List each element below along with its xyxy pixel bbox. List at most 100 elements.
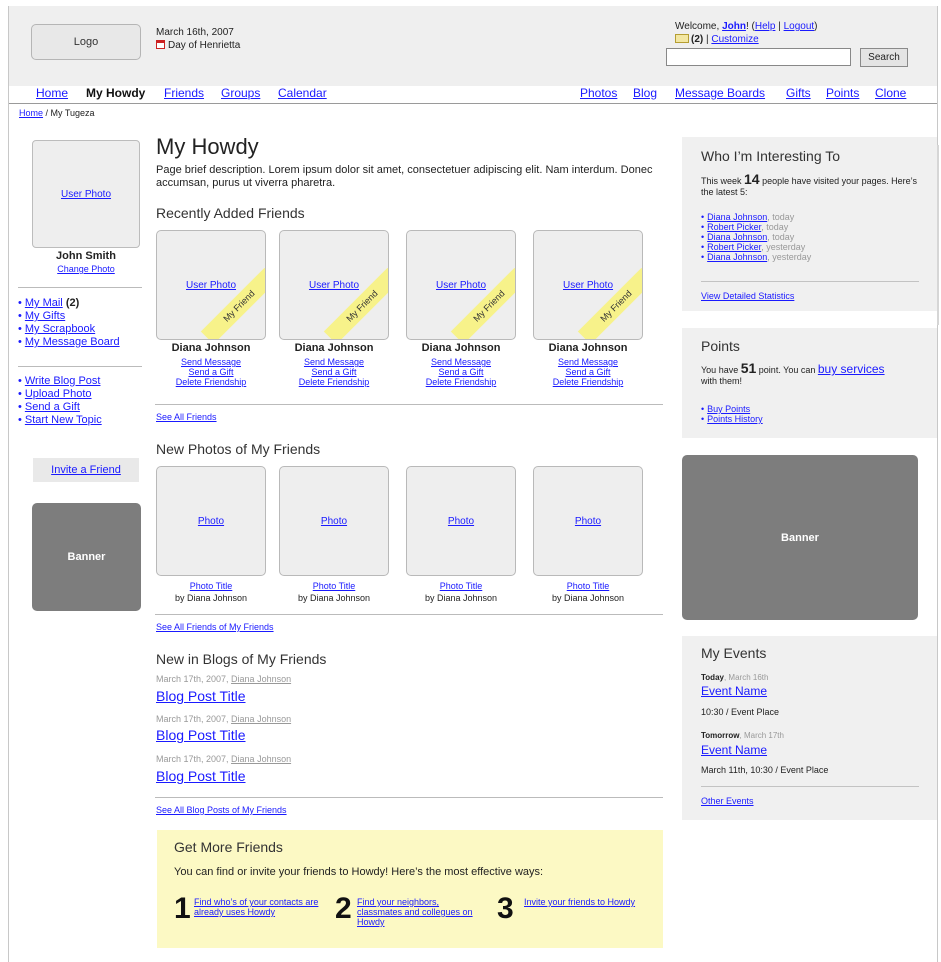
photo-card[interactable]: Photo: [533, 466, 643, 576]
menu-item-write-blog[interactable]: Write Blog Post: [18, 375, 102, 388]
see-all-friends-of-friends-link[interactable]: See All Friends of My Friends: [156, 622, 274, 632]
menu-item-scrapbook[interactable]: My Scrapbook: [18, 323, 120, 336]
photo-card[interactable]: Photo: [406, 466, 516, 576]
user-photo-link[interactable]: User Photo: [61, 189, 111, 200]
nav-blog[interactable]: Blog: [633, 86, 657, 100]
friend-photo-link[interactable]: User Photo: [309, 280, 359, 291]
menu-item-send-gift[interactable]: Send a Gift: [18, 401, 102, 414]
visitor-link[interactable]: Robert Picker: [707, 222, 761, 232]
send-gift-link[interactable]: Send a Gift: [565, 367, 610, 377]
my-mail-link[interactable]: My Mail: [25, 297, 63, 309]
visitor-link[interactable]: Robert Picker: [707, 242, 761, 252]
friend-card[interactable]: User Photo My Friend: [406, 230, 516, 340]
help-link[interactable]: Help: [755, 21, 776, 32]
buy-points-link[interactable]: Buy Points: [707, 404, 750, 414]
change-photo-link[interactable]: Change Photo: [57, 264, 115, 274]
send-gift-link[interactable]: Send a Gift: [311, 367, 356, 377]
friend-photo-link[interactable]: User Photo: [563, 280, 613, 291]
right-banner[interactable]: Banner: [682, 455, 918, 620]
menu-item-mail[interactable]: My Mail (2): [18, 297, 120, 310]
blog-author-link[interactable]: Diana Johnson: [231, 754, 291, 764]
photo-card[interactable]: Photo: [279, 466, 389, 576]
points-history-link[interactable]: Points History: [707, 414, 763, 424]
send-message-link[interactable]: Send Message: [304, 357, 364, 367]
photo-title-link[interactable]: Photo Title: [190, 581, 233, 591]
event-1-link[interactable]: Event Name: [701, 684, 767, 698]
buy-services-link[interactable]: buy services: [818, 362, 885, 376]
send-gift-link[interactable]: Send a Gift: [188, 367, 233, 377]
nav-groups[interactable]: Groups: [221, 86, 260, 100]
send-message-link[interactable]: Send Message: [558, 357, 618, 367]
scrollbar[interactable]: [937, 145, 939, 325]
search-button[interactable]: Search: [860, 48, 908, 67]
delete-friendship-link[interactable]: Delete Friendship: [176, 377, 247, 387]
start-topic-link[interactable]: Start New Topic: [25, 414, 102, 426]
see-all-friends-link[interactable]: See All Friends: [156, 412, 217, 422]
blog-author-link[interactable]: Diana Johnson: [231, 714, 291, 724]
nav-message-boards[interactable]: Message Boards: [675, 86, 765, 100]
photo-card[interactable]: Photo: [156, 466, 266, 576]
search-input[interactable]: [666, 48, 851, 66]
my-gifts-link[interactable]: My Gifts: [25, 310, 65, 322]
user-link[interactable]: John: [722, 21, 746, 32]
send-message-link[interactable]: Send Message: [181, 357, 241, 367]
visitor-link[interactable]: Diana Johnson: [707, 252, 767, 262]
send-message-link[interactable]: Send Message: [431, 357, 491, 367]
way-find-contacts-link[interactable]: Find who’s of your contacts are already …: [194, 897, 319, 917]
nav-calendar[interactable]: Calendar: [278, 86, 327, 100]
blog-title-link[interactable]: Blog Post Title: [156, 688, 246, 704]
photo-title-link[interactable]: Photo Title: [313, 581, 356, 591]
menu-item-start-topic[interactable]: Start New Topic: [18, 414, 102, 427]
way-find-neighbors-link[interactable]: Find your neighbors, classmates and coll…: [357, 897, 482, 927]
delete-friendship-link[interactable]: Delete Friendship: [553, 377, 624, 387]
visitor-link[interactable]: Diana Johnson: [707, 232, 767, 242]
friend-photo-link[interactable]: User Photo: [436, 280, 486, 291]
photo-link[interactable]: Photo: [575, 516, 601, 527]
user-photo[interactable]: User Photo: [32, 140, 140, 248]
friend-card[interactable]: User Photo My Friend: [279, 230, 389, 340]
breadcrumb-home[interactable]: Home: [19, 108, 43, 118]
photo-link[interactable]: Photo: [321, 516, 347, 527]
event-2-link[interactable]: Event Name: [701, 743, 767, 757]
upload-photo-link[interactable]: Upload Photo: [25, 388, 92, 400]
friend-photo-link[interactable]: User Photo: [186, 280, 236, 291]
nav-gifts[interactable]: Gifts: [786, 86, 811, 100]
friend-card[interactable]: User Photo My Friend: [533, 230, 643, 340]
nav-home[interactable]: Home: [36, 86, 68, 100]
photo-link[interactable]: Photo: [448, 516, 474, 527]
nav-clone[interactable]: Clone: [875, 86, 906, 100]
send-gift-link[interactable]: Send a Gift: [438, 367, 483, 377]
logout-link[interactable]: Logout: [784, 21, 815, 32]
photo-title-link[interactable]: Photo Title: [567, 581, 610, 591]
mail-icon[interactable]: [675, 34, 689, 43]
blog-title-link[interactable]: Blog Post Title: [156, 727, 246, 743]
other-events-link[interactable]: Other Events: [701, 796, 754, 806]
invite-friend-button[interactable]: Invite a Friend: [33, 458, 139, 482]
photo-title-link[interactable]: Photo Title: [440, 581, 483, 591]
my-scrapbook-link[interactable]: My Scrapbook: [25, 323, 95, 335]
menu-item-upload-photo[interactable]: Upload Photo: [18, 388, 102, 401]
blog-title-link[interactable]: Blog Post Title: [156, 768, 246, 784]
write-blog-link[interactable]: Write Blog Post: [25, 375, 101, 387]
nav-points[interactable]: Points: [826, 86, 859, 100]
my-message-board-link[interactable]: My Message Board: [25, 336, 120, 348]
left-banner[interactable]: Banner: [32, 503, 141, 611]
photo-link[interactable]: Photo: [198, 516, 224, 527]
delete-friendship-link[interactable]: Delete Friendship: [426, 377, 497, 387]
invite-friend-link[interactable]: Invite a Friend: [51, 464, 121, 476]
view-stats-link[interactable]: View Detailed Statistics: [701, 291, 794, 301]
customize-link[interactable]: Customize: [711, 34, 758, 45]
logo[interactable]: Logo: [31, 24, 141, 60]
nav-friends[interactable]: Friends: [164, 86, 204, 100]
delete-friendship-link[interactable]: Delete Friendship: [299, 377, 370, 387]
menu-item-gifts[interactable]: My Gifts: [18, 310, 120, 323]
blog-author-link[interactable]: Diana Johnson: [231, 674, 291, 684]
nav-my-howdy[interactable]: My Howdy: [86, 86, 145, 100]
menu-item-message-board[interactable]: My Message Board: [18, 336, 120, 349]
way-invite-link[interactable]: Invite your friends to Howdy: [524, 897, 664, 907]
visitor-link[interactable]: Diana Johnson: [707, 212, 767, 222]
send-gift-link[interactable]: Send a Gift: [25, 401, 80, 413]
see-all-blog-posts-link[interactable]: See All Blog Posts of My Friends: [156, 805, 287, 815]
friend-card[interactable]: User Photo My Friend: [156, 230, 266, 340]
nav-photos[interactable]: Photos: [580, 86, 617, 100]
